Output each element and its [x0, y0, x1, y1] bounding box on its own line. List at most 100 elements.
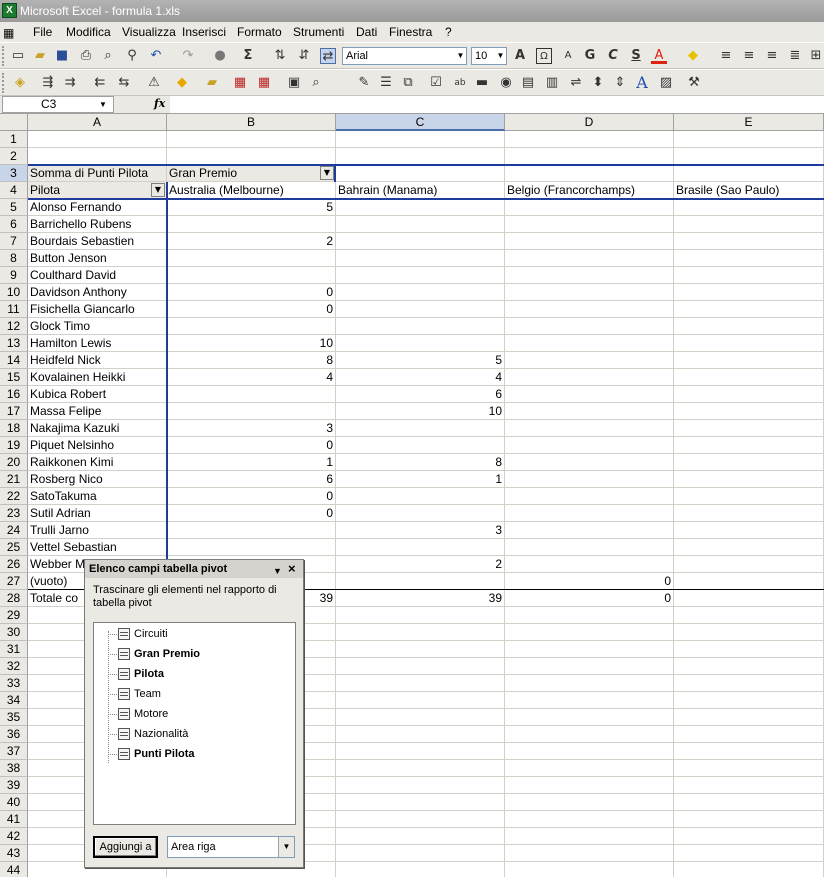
- pivot-row-label[interactable]: Vettel Sebastian: [28, 539, 167, 556]
- align-left-icon[interactable]: ≡: [718, 48, 734, 64]
- toggle-button-icon[interactable]: ⇌: [568, 75, 584, 91]
- justify-icon[interactable]: ≣: [787, 48, 803, 64]
- cell[interactable]: [674, 573, 824, 590]
- menu-visualizza[interactable]: Visualizza: [119, 22, 179, 42]
- row-header[interactable]: 40: [0, 794, 28, 811]
- pivot-value-cell[interactable]: [505, 199, 674, 216]
- pivot-row-label[interactable]: Kubica Robert: [28, 386, 167, 403]
- pivot-value-cell[interactable]: [336, 250, 505, 267]
- pivot-value-cell[interactable]: [505, 454, 674, 471]
- sort-ascending-icon[interactable]: ⇅: [272, 48, 288, 64]
- cell[interactable]: [505, 624, 674, 641]
- pivot-value-cell[interactable]: [505, 233, 674, 250]
- font-color-icon[interactable]: A: [651, 48, 667, 64]
- circle-invalid-icon[interactable]: ▦: [232, 75, 248, 91]
- cell[interactable]: [674, 369, 824, 386]
- cell[interactable]: [674, 862, 824, 877]
- font-name-select[interactable]: Arial ▼: [342, 47, 467, 65]
- scrollbar-control-icon[interactable]: ⇕: [612, 75, 628, 91]
- column-header-b[interactable]: B: [167, 114, 336, 131]
- pivot-value-cell[interactable]: [505, 250, 674, 267]
- pivot-value-cell[interactable]: 1: [336, 471, 505, 488]
- pivot-row-label[interactable]: Barrichello Rubens: [28, 216, 167, 233]
- cell[interactable]: [674, 454, 824, 471]
- cell[interactable]: [505, 811, 674, 828]
- row-header[interactable]: 17: [0, 403, 28, 420]
- pivot-value-cell[interactable]: [336, 437, 505, 454]
- pivot-value-cell[interactable]: [167, 250, 336, 267]
- cell[interactable]: [336, 658, 505, 675]
- cell[interactable]: [505, 692, 674, 709]
- cell[interactable]: [336, 811, 505, 828]
- pivot-row-label[interactable]: Alonso Fernando: [28, 199, 167, 216]
- cell[interactable]: [505, 777, 674, 794]
- research-icon[interactable]: ●: [212, 48, 228, 64]
- row-header[interactable]: 6: [0, 216, 28, 233]
- cell[interactable]: [674, 335, 824, 352]
- autosum-icon[interactable]: Σ: [240, 48, 256, 64]
- toolbar-grip[interactable]: [2, 46, 5, 66]
- properties-icon[interactable]: ☰: [378, 75, 394, 91]
- cell[interactable]: [336, 641, 505, 658]
- shrink-font-icon[interactable]: A: [560, 48, 576, 64]
- pivot-value-cell[interactable]: [505, 318, 674, 335]
- cell[interactable]: [674, 794, 824, 811]
- cell[interactable]: [505, 675, 674, 692]
- cell[interactable]: [336, 709, 505, 726]
- formula-input[interactable]: [170, 96, 824, 113]
- pivot-value-cell[interactable]: 0: [167, 301, 336, 318]
- cell[interactable]: [505, 165, 674, 182]
- row-header[interactable]: 31: [0, 641, 28, 658]
- menu-modifica[interactable]: Modifica: [63, 22, 114, 42]
- row-header[interactable]: 28: [0, 590, 28, 607]
- pivot-value-cell[interactable]: 5: [336, 352, 505, 369]
- cell[interactable]: [674, 199, 824, 216]
- cell[interactable]: [336, 726, 505, 743]
- row-header[interactable]: 7: [0, 233, 28, 250]
- cell[interactable]: [674, 148, 824, 165]
- print-preview-icon[interactable]: ⌕: [100, 48, 116, 64]
- document-icon[interactable]: ▦: [3, 23, 14, 43]
- row-header[interactable]: 41: [0, 811, 28, 828]
- row-header[interactable]: 12: [0, 318, 28, 335]
- cell[interactable]: [674, 556, 824, 573]
- cell[interactable]: [674, 658, 824, 675]
- pivot-value-cell[interactable]: [336, 539, 505, 556]
- pivot-value-cell[interactable]: [505, 369, 674, 386]
- cell[interactable]: [505, 709, 674, 726]
- pivot-data-field[interactable]: Somma di Punti Pilota: [28, 165, 167, 182]
- trace-precedents-icon[interactable]: ⇶: [40, 75, 56, 91]
- pivot-row-label[interactable]: Glock Timo: [28, 318, 167, 335]
- cell[interactable]: [505, 743, 674, 760]
- chart-wizard-icon[interactable]: ⇄: [320, 48, 336, 64]
- view-code-icon[interactable]: ⧉: [400, 75, 416, 91]
- italic-icon[interactable]: C: [605, 48, 621, 64]
- pivot-value-cell[interactable]: [336, 199, 505, 216]
- pivot-column-item[interactable]: Australia (Melbourne): [167, 182, 336, 199]
- pivot-value-cell[interactable]: 6: [167, 471, 336, 488]
- pivot-row-label[interactable]: Raikkonen Kimi: [28, 454, 167, 471]
- sort-descending-icon[interactable]: ⇵: [296, 48, 312, 64]
- row-header[interactable]: 22: [0, 488, 28, 505]
- cell[interactable]: [505, 828, 674, 845]
- pivot-row-label[interactable]: Bourdais Sebastien: [28, 233, 167, 250]
- font-size-select[interactable]: 10 ▼: [471, 47, 507, 65]
- pivot-value-cell[interactable]: [505, 301, 674, 318]
- cell[interactable]: [336, 845, 505, 862]
- row-header[interactable]: 5: [0, 199, 28, 216]
- row-header[interactable]: 13: [0, 335, 28, 352]
- pivot-row-label[interactable]: Button Jenson: [28, 250, 167, 267]
- cell[interactable]: [674, 777, 824, 794]
- listbox-control-icon[interactable]: ▤: [520, 75, 536, 91]
- cell[interactable]: [336, 624, 505, 641]
- pivot-value-cell[interactable]: [505, 505, 674, 522]
- cell[interactable]: [505, 131, 674, 148]
- cell[interactable]: [674, 301, 824, 318]
- undo-icon[interactable]: ↶: [148, 48, 164, 64]
- pivot-value-cell[interactable]: [505, 352, 674, 369]
- open-icon[interactable]: ▰: [32, 48, 48, 64]
- row-header[interactable]: 9: [0, 267, 28, 284]
- print-icon[interactable]: ⎙: [78, 48, 94, 64]
- row-header[interactable]: 37: [0, 743, 28, 760]
- cell[interactable]: [505, 862, 674, 877]
